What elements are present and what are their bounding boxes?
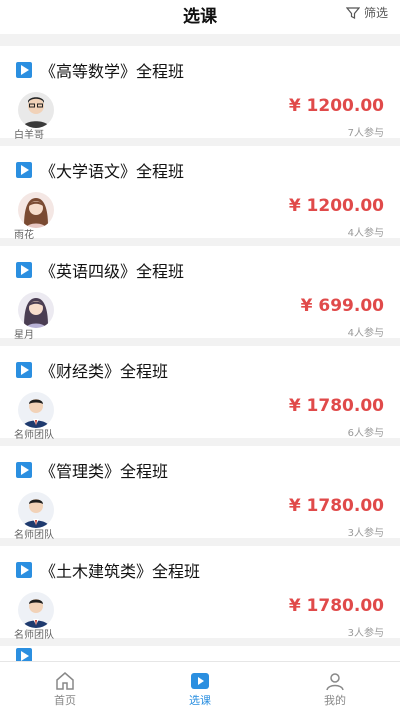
teacher: 名师团队 xyxy=(14,592,74,641)
price: ¥ 1780.00 xyxy=(288,396,384,416)
teacher-name: 星月 xyxy=(14,330,34,341)
avatar xyxy=(18,592,54,628)
play-icon xyxy=(16,162,32,178)
teacher-name: 名师团队 xyxy=(14,430,54,441)
enrolled-count: 3人参与 xyxy=(347,628,384,639)
filter-label: 筛选 xyxy=(363,6,388,20)
play-icon xyxy=(16,262,32,278)
course-card-partial[interactable] xyxy=(0,646,400,661)
filter-button[interactable]: 筛选 xyxy=(345,4,388,21)
course-title-text: 《财经类》全程班 xyxy=(40,362,169,381)
enrolled-count: 3人参与 xyxy=(347,528,384,539)
teacher: 雨花 xyxy=(14,192,74,241)
enrolled-count: 4人参与 xyxy=(347,328,384,339)
teacher: 白羊哥 xyxy=(14,92,74,141)
teacher-name: 名师团队 xyxy=(14,630,54,641)
price: ¥ 699.00 xyxy=(300,296,384,316)
course-title-text: 《高等数学》全程班 xyxy=(40,62,185,81)
tab-home-label: 首页 xyxy=(54,694,76,707)
course-title: 《财经类》全程班 xyxy=(16,358,168,382)
play-icon xyxy=(16,362,32,378)
top-bar: 选课 筛选 xyxy=(0,0,400,34)
tab-home[interactable]: 首页 xyxy=(25,670,105,708)
price: ¥ 1200.00 xyxy=(288,196,384,216)
price: ¥ 1200.00 xyxy=(288,96,384,116)
teacher-name: 雨花 xyxy=(14,230,34,241)
tab-mine-label: 我的 xyxy=(324,694,346,707)
enrolled-count: 4人参与 xyxy=(347,228,384,239)
play-icon xyxy=(16,648,32,661)
tab-courses-label: 选课 xyxy=(189,694,211,707)
filter-icon xyxy=(345,6,360,20)
avatar xyxy=(18,492,54,528)
course-title xyxy=(16,648,32,661)
teacher: 名师团队 xyxy=(14,392,74,441)
page-title: 选课 xyxy=(183,7,217,27)
play-icon xyxy=(16,462,32,478)
course-title: 《土木建筑类》全程班 xyxy=(16,558,200,582)
course-title-text: 《英语四级》全程班 xyxy=(40,262,185,281)
teacher-name: 白羊哥 xyxy=(14,130,44,141)
tab-courses[interactable]: 选课 xyxy=(160,670,240,708)
course-title: 《高等数学》全程班 xyxy=(16,58,184,82)
course-title: 《英语四级》全程班 xyxy=(16,258,184,282)
avatar xyxy=(18,392,54,428)
teacher: 名师团队 xyxy=(14,492,74,541)
avatar xyxy=(18,292,54,328)
course-card[interactable]: 《管理类》全程班 名师团队 ¥ 1780.00 3人参与 xyxy=(0,446,400,541)
course-card[interactable]: 《财经类》全程班 名师团队 ¥ 1780.00 6人参与 xyxy=(0,346,400,441)
avatar xyxy=(18,192,54,228)
user-icon xyxy=(326,673,344,691)
course-card[interactable]: 《大学语文》全程班 雨花 ¥ 1200.00 4人参与 xyxy=(0,146,400,241)
course-title-text: 《土木建筑类》全程班 xyxy=(40,562,201,581)
course-title: 《管理类》全程班 xyxy=(16,458,168,482)
avatar xyxy=(18,92,54,128)
course-card[interactable]: 《英语四级》全程班 星月 ¥ 699.00 4人参与 xyxy=(0,246,400,341)
enrolled-count: 7人参与 xyxy=(347,128,384,139)
home-icon xyxy=(56,672,74,690)
tab-mine[interactable]: 我的 xyxy=(295,670,375,708)
course-card[interactable]: 《土木建筑类》全程班 名师团队 ¥ 1780.00 3人参与 xyxy=(0,546,400,641)
course-title: 《大学语文》全程班 xyxy=(16,158,184,182)
course-card[interactable]: 《高等数学》全程班 白羊哥 ¥ 1200.00 7人参与 xyxy=(0,46,400,141)
bottom-tab-bar: 首页 选课 我的 xyxy=(0,661,400,711)
price: ¥ 1780.00 xyxy=(288,596,384,616)
teacher: 星月 xyxy=(14,292,74,341)
play-icon xyxy=(16,62,32,78)
enrolled-count: 6人参与 xyxy=(347,428,384,439)
price: ¥ 1780.00 xyxy=(288,496,384,516)
play-icon xyxy=(16,562,32,578)
teacher-name: 名师团队 xyxy=(14,530,54,541)
course-title-text: 《大学语文》全程班 xyxy=(40,162,185,181)
course-title-text: 《管理类》全程班 xyxy=(40,462,169,481)
course-list: 《高等数学》全程班 白羊哥 ¥ 1200.00 7人参与 《大学语文》全程班 雨… xyxy=(0,46,400,661)
play-icon xyxy=(191,673,209,689)
